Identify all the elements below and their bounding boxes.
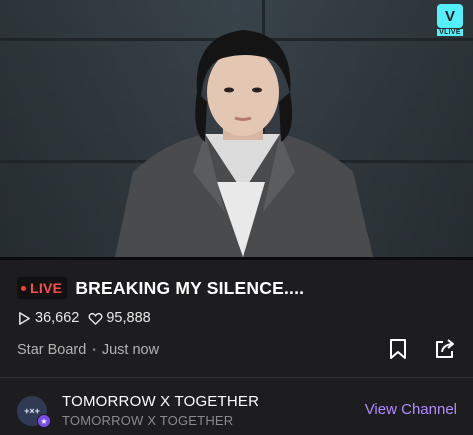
star-badge-icon: ★ <box>37 414 51 428</box>
views-count: 36,662 <box>35 310 80 326</box>
share-button[interactable] <box>432 336 458 362</box>
stats-row: 36,662 95,888 <box>17 310 160 326</box>
channel-name[interactable]: TOMORROW X TOGETHER <box>62 393 259 410</box>
bookmark-icon <box>390 339 406 359</box>
board-row: Star Board • Just now <box>17 342 159 358</box>
channel-row[interactable]: +×+ ★ TOMORROW X TOGETHER TOMORROW X TOG… <box>17 393 457 429</box>
video-player[interactable]: V VLIVE <box>0 0 473 257</box>
title-row: LIVE BREAKING MY SILENCE.... <box>17 277 304 299</box>
separator-dot: • <box>92 344 96 356</box>
live-dot-icon <box>21 285 26 291</box>
bookmark-button[interactable] <box>385 336 411 362</box>
stream-title: BREAKING MY SILENCE.... <box>75 277 305 298</box>
star-board-link[interactable]: Star Board <box>17 342 86 358</box>
vlive-wordmark: VLIVE <box>437 29 463 36</box>
share-icon <box>436 339 454 358</box>
video-divider <box>0 257 473 260</box>
channel-subtitle: TOMORROW X TOGETHER <box>62 413 234 428</box>
likes-stat: 95,888 <box>88 310 151 326</box>
avatar-logo: +×+ <box>24 406 40 416</box>
play-icon <box>19 311 30 325</box>
vlive-glyph: V <box>437 4 463 28</box>
section-divider <box>0 377 473 378</box>
post-time: Just now <box>101 342 160 358</box>
live-label: LIVE <box>30 280 63 296</box>
likes-count: 95,888 <box>106 310 151 326</box>
views-stat: 36,662 <box>17 310 79 326</box>
view-channel-button[interactable]: View Channel <box>365 401 457 418</box>
streamer-figure <box>115 30 373 257</box>
vlive-logo: V VLIVE <box>435 4 465 38</box>
live-badge: LIVE <box>17 277 68 299</box>
heart-icon <box>88 312 103 325</box>
